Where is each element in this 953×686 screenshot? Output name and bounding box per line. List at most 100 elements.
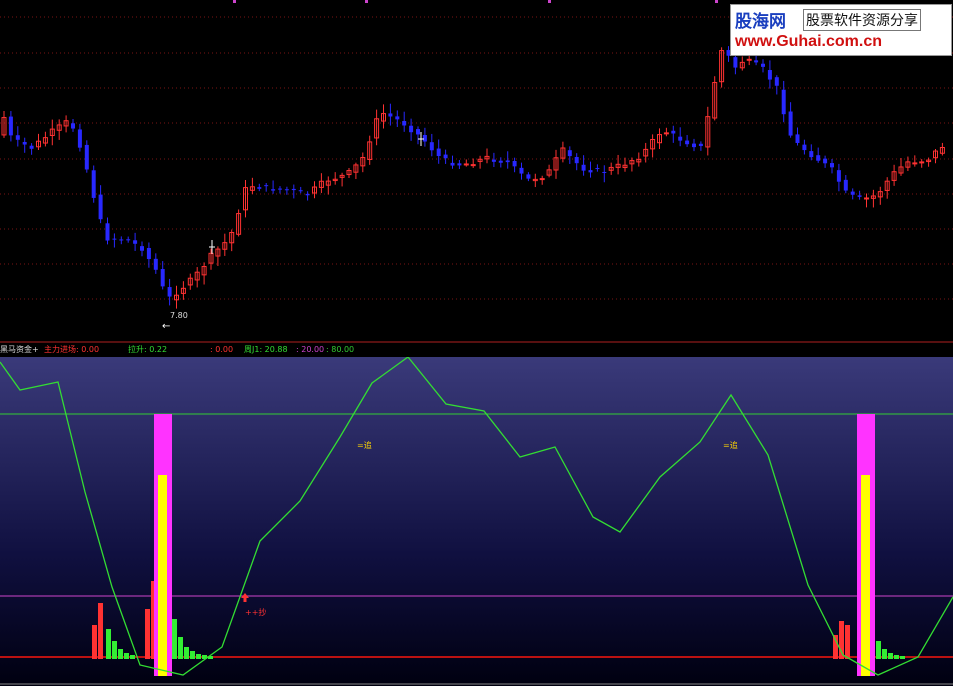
candle-body: [498, 160, 503, 163]
main-force-value: 主力进场: 0.00: [44, 345, 100, 354]
candle-body: [153, 258, 158, 270]
candle-body: [443, 154, 448, 159]
candle-body: [809, 151, 814, 158]
candle-body: [912, 162, 918, 165]
candle-body: [774, 77, 779, 86]
histogram-bar-green: [196, 654, 201, 659]
candle-body: [119, 239, 124, 241]
weekly-j1-value: 周J1: 20.88: [244, 345, 288, 354]
logo-tagline: 股票软件资源分享: [803, 9, 921, 31]
indicator-background: [0, 357, 953, 686]
logo-brand: 股海网: [735, 12, 786, 32]
histogram-bar-green: [106, 629, 111, 659]
candle-body: [581, 164, 586, 171]
candle-body: [857, 195, 862, 197]
histogram-bar-green: [112, 641, 117, 659]
histogram-bar-red: [98, 603, 103, 659]
value-3: : 0.00: [210, 345, 234, 354]
candle-body: [526, 174, 531, 179]
candle-body: [864, 197, 869, 200]
candle-body: [105, 223, 110, 241]
low-arrow-icon: ←: [162, 321, 171, 332]
candle-body: [919, 161, 925, 164]
top-marker: [715, 0, 718, 3]
buy-label: ++抄: [245, 608, 267, 617]
candle-body: [305, 193, 310, 196]
candle-body: [22, 141, 27, 145]
signal-bar-yellow: [861, 475, 870, 676]
candle-body: [257, 187, 262, 189]
candle-body: [754, 60, 759, 63]
histogram-bar-red: [845, 625, 850, 659]
candle-body: [167, 287, 172, 297]
candle-body: [409, 125, 414, 133]
histogram-bar-green: [876, 641, 881, 659]
candle-body: [429, 142, 434, 151]
histogram-bar-green: [190, 651, 195, 659]
indicator-name: 黑马资金+: [0, 345, 39, 354]
candle-body: [146, 247, 151, 260]
candle-body: [133, 240, 138, 244]
candle-body: [457, 163, 462, 166]
indicator-chart[interactable]: [0, 357, 953, 686]
candle-body: [574, 156, 579, 164]
candle-body: [15, 135, 20, 140]
indicator-chart-pane[interactable]: =追 =追 ++抄: [0, 357, 953, 686]
candle-body: [733, 57, 738, 68]
candle-body: [450, 162, 455, 166]
candle-body: [284, 189, 289, 191]
candle-body: [836, 170, 841, 182]
candle-body: [422, 135, 427, 142]
candle-body: [767, 70, 772, 80]
histogram-bar-green: [130, 655, 135, 659]
candle-body: [539, 178, 545, 181]
candle-body: [823, 158, 828, 164]
site-logo: 股海网 股票软件资源分享 www.Guhai.com.cn: [730, 4, 952, 56]
chase-label-2: =追: [723, 441, 738, 450]
candle-body: [746, 58, 752, 61]
candle-body: [77, 129, 82, 148]
candle-body: [160, 269, 165, 287]
top-marker: [548, 0, 551, 3]
candle-body: [505, 160, 510, 163]
candle-body: [802, 144, 807, 151]
candle-body: [278, 188, 282, 190]
candle-body: [436, 148, 441, 157]
histogram-bar-red: [145, 609, 150, 659]
candle-body: [781, 89, 786, 115]
candle-body: [816, 155, 821, 161]
candle-body: [698, 143, 703, 147]
chase-label-1: =追: [357, 441, 372, 450]
candle-body: [98, 194, 103, 220]
candle-body: [685, 140, 690, 145]
candle-body: [850, 191, 855, 195]
candle-body: [91, 170, 96, 198]
top-marker: [233, 0, 236, 3]
candle-body: [271, 189, 276, 191]
indicator-info-bar: 黑马资金+ 主力进场: 0.00 拉升: 0.22 : 0.00 周J1: 20…: [0, 343, 953, 357]
candle-body: [519, 167, 524, 174]
candle-body: [663, 132, 669, 135]
histogram-bar-green: [118, 649, 123, 659]
candle-body: [567, 150, 572, 157]
candle-body: [395, 116, 400, 120]
candle-body: [388, 113, 393, 117]
candle-body: [298, 190, 303, 192]
candle-body: [491, 159, 496, 162]
candle-body: [788, 111, 793, 136]
histogram-bar-green: [124, 653, 129, 659]
histogram-bar-green: [882, 649, 887, 659]
pull-up-value: 拉升: 0.22: [128, 345, 168, 354]
candle-body: [602, 171, 607, 173]
candle-body: [29, 145, 34, 149]
histogram-bar-green: [184, 647, 189, 659]
candle-body: [126, 239, 131, 241]
candle-body: [84, 144, 89, 170]
candle-body: [830, 163, 834, 168]
candle-body: [416, 129, 420, 135]
candle-body: [71, 123, 75, 129]
candle-body: [761, 63, 765, 67]
candle-body: [402, 121, 407, 126]
candle-body: [8, 116, 13, 136]
histogram-bar-green: [178, 637, 183, 659]
